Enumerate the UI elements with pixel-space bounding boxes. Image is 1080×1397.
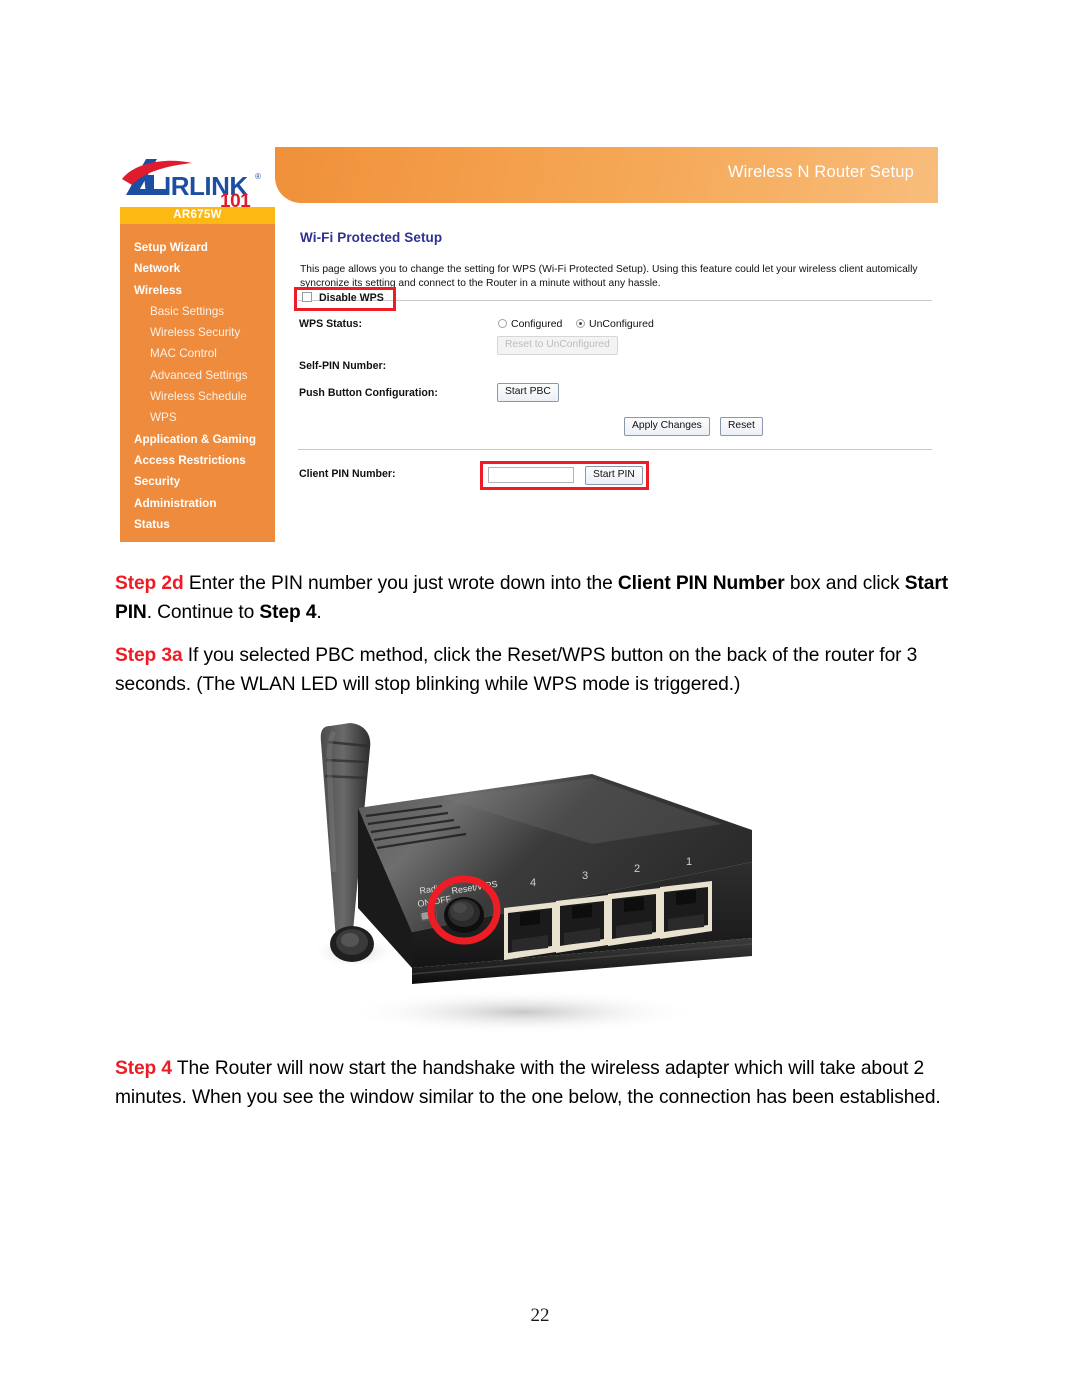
step-2d-text-1: Enter the PIN number you just wrote down… xyxy=(183,573,618,594)
ui-header: Wireless N Router Setup IRLINK ® 101 xyxy=(112,147,938,209)
sidebar-item-application-and-gaming[interactable]: Application & Gaming xyxy=(120,429,275,450)
router-admin-ui-screenshot: Wireless N Router Setup IRLINK ® 101 AR6… xyxy=(112,147,938,547)
svg-text:®: ® xyxy=(255,172,261,181)
step-4-paragraph: Step 4 The Router will now start the han… xyxy=(115,1055,960,1112)
wps-status-option-unconfigured[interactable]: UnConfigured xyxy=(576,318,654,330)
sidebar: AR675W Setup Wizard Network Wireless Bas… xyxy=(120,207,275,542)
sidebar-item-advanced-settings[interactable]: Advanced Settings xyxy=(120,365,275,386)
radio-unconfigured-label: UnConfigured xyxy=(589,318,654,330)
ui-banner: Wireless N Router Setup xyxy=(275,147,938,203)
divider-bottom xyxy=(298,449,932,450)
step-3a-text: If you selected PBC method, click the Re… xyxy=(115,645,918,695)
sidebar-item-administration[interactable]: Administration xyxy=(120,493,275,514)
sidebar-item-security[interactable]: Security xyxy=(120,471,275,492)
content-pane: Wi-Fi Protected Setup This page allows y… xyxy=(286,215,938,545)
reset-to-unconfigured-button[interactable]: Reset to UnConfigured xyxy=(497,336,618,355)
step-4-label: Step 4 xyxy=(115,1058,172,1079)
photo-port-label-1: 1 xyxy=(686,856,692,868)
router-back-panel-photo: Radio ON/OFF Reset/WPS 4 3 2 1 xyxy=(292,712,752,1042)
step-3a-label: Step 3a xyxy=(115,645,183,666)
radio-unconfigured-icon[interactable] xyxy=(576,319,585,328)
sidebar-item-network[interactable]: Network xyxy=(120,258,275,279)
sidebar-menu: Setup Wizard Network Wireless Basic Sett… xyxy=(120,224,275,535)
wps-status-option-configured[interactable]: Configured xyxy=(498,318,562,330)
sidebar-item-setup-wizard[interactable]: Setup Wizard xyxy=(120,237,275,258)
page-title: Wi-Fi Protected Setup xyxy=(300,230,443,245)
page-description: This page allows you to change the setti… xyxy=(300,264,918,289)
start-pbc-button[interactable]: Start PBC xyxy=(497,383,559,402)
radio-configured-label: Configured xyxy=(511,318,563,330)
step-2d-paragraph: Step 2d Enter the PIN number you just wr… xyxy=(115,570,960,627)
disable-wps-checkbox[interactable] xyxy=(302,292,312,302)
step-2d-text-2: Client PIN Number xyxy=(617,573,785,594)
airlink-logo: IRLINK ® 101 xyxy=(120,151,272,209)
photo-port-label-4: 4 xyxy=(530,877,536,889)
radio-configured-icon[interactable] xyxy=(498,319,507,328)
page-number: 22 xyxy=(530,1305,550,1326)
start-pin-button[interactable]: Start PIN xyxy=(585,466,643,485)
sidebar-item-wireless-security[interactable]: Wireless Security xyxy=(120,322,275,343)
client-pin-number-label: Client PIN Number: xyxy=(299,468,396,480)
step-4-text: The Router will now start the handshake … xyxy=(115,1058,941,1108)
sidebar-item-mac-control[interactable]: MAC Control xyxy=(120,343,275,364)
step-2d-text-5: . Continue to xyxy=(146,601,260,623)
client-pin-input[interactable] xyxy=(488,467,574,483)
sidebar-item-wps[interactable]: WPS xyxy=(120,407,275,428)
step-3a-paragraph: Step 3a If you selected PBC method, clic… xyxy=(115,642,960,699)
wps-status-label: WPS Status: xyxy=(299,318,362,330)
step-2d-text-3: box and click xyxy=(784,573,905,594)
step-2d-text-6: Step 4 xyxy=(259,601,317,623)
sidebar-model-badge: AR675W xyxy=(120,207,275,224)
sidebar-item-wireless-schedule[interactable]: Wireless Schedule xyxy=(120,386,275,407)
sidebar-item-access-restrictions[interactable]: Access Restrictions xyxy=(120,450,275,471)
disable-wps-row[interactable]: Disable WPS xyxy=(302,292,384,304)
sidebar-item-status[interactable]: Status xyxy=(120,514,275,535)
push-button-configuration-label: Push Button Configuration: xyxy=(299,387,438,399)
photo-port-label-2: 2 xyxy=(634,863,640,875)
photo-port-label-3: 3 xyxy=(582,870,588,882)
step-2d-label: Step 2d xyxy=(115,573,184,594)
sidebar-item-basic-settings[interactable]: Basic Settings xyxy=(120,301,275,322)
reset-button[interactable]: Reset xyxy=(720,417,763,436)
sidebar-item-wireless[interactable]: Wireless xyxy=(120,280,275,301)
apply-changes-button[interactable]: Apply Changes xyxy=(624,417,710,436)
disable-wps-label: Disable WPS xyxy=(319,292,384,304)
self-pin-number-label: Self-PIN Number: xyxy=(299,360,387,372)
step-2d-text-7: . xyxy=(316,601,322,623)
banner-title: Wireless N Router Setup xyxy=(727,163,914,181)
